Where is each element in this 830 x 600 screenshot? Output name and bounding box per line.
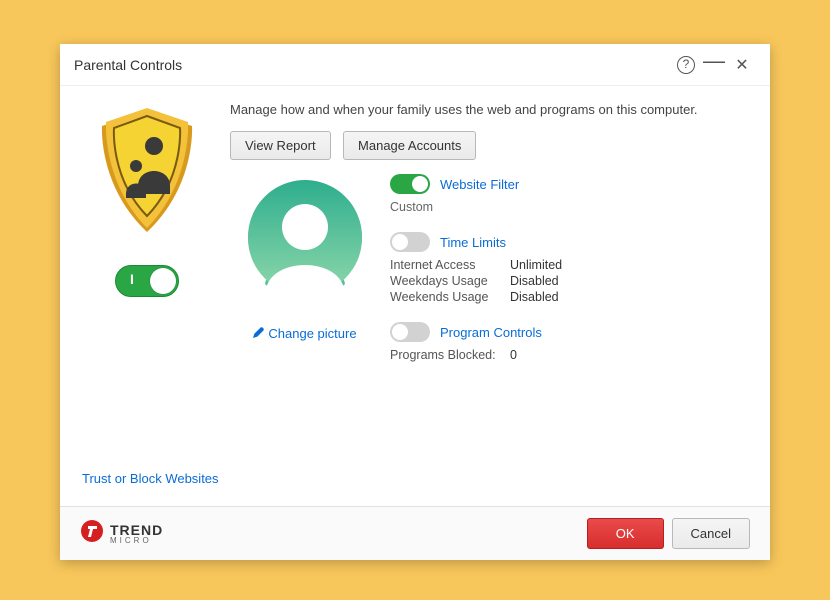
website-filter-block: Website Filter Custom (390, 174, 748, 214)
website-filter-link[interactable]: Website Filter (440, 177, 519, 192)
time-limits-row: Weekends UsageDisabled (390, 290, 748, 304)
close-icon: ✕ (735, 55, 748, 75)
pencil-icon (253, 326, 265, 341)
description-text: Manage how and when your family uses the… (230, 102, 748, 117)
time-limits-block: Time Limits Internet AccessUnlimited Wee… (390, 232, 748, 304)
manage-accounts-button[interactable]: Manage Accounts (343, 131, 476, 160)
change-picture-link[interactable]: Change picture (230, 326, 380, 341)
time-limits-row: Internet AccessUnlimited (390, 258, 748, 272)
parental-controls-window: Parental Controls ? — ✕ I (60, 44, 770, 560)
time-limits-row: Weekdays UsageDisabled (390, 274, 748, 288)
ok-button[interactable]: OK (587, 518, 664, 549)
window-body: I Manage how and when your family uses t… (60, 86, 770, 506)
program-controls-row: Programs Blocked:0 (390, 348, 748, 362)
cancel-button[interactable]: Cancel (672, 518, 750, 549)
website-filter-toggle[interactable] (390, 174, 430, 194)
profile-section: Change picture Website Filter Custom (230, 174, 748, 380)
window-title: Parental Controls (74, 57, 672, 73)
settings-list: Website Filter Custom Time Limits Intern… (390, 174, 748, 380)
trust-or-block-link[interactable]: Trust or Block Websites (82, 471, 219, 486)
close-button[interactable]: ✕ (728, 51, 756, 79)
titlebar: Parental Controls ? — ✕ (60, 44, 770, 86)
toggle-knob (150, 268, 176, 294)
website-filter-mode: Custom (390, 200, 748, 214)
footer: TREND MICRO OK Cancel (60, 506, 770, 560)
brand-icon (80, 519, 104, 548)
profile-avatar-icon-overlay (242, 175, 368, 301)
brand-subname: MICRO (110, 537, 163, 545)
family-shield-icon (92, 108, 202, 243)
time-limits-link[interactable]: Time Limits (440, 235, 506, 250)
program-controls-toggle[interactable] (390, 322, 430, 342)
minimize-icon: — (703, 56, 725, 66)
brand-logo: TREND MICRO (80, 519, 587, 548)
view-report-button[interactable]: View Report (230, 131, 331, 160)
help-icon: ? (677, 56, 695, 74)
time-limits-toggle[interactable] (390, 232, 430, 252)
program-controls-link[interactable]: Program Controls (440, 325, 542, 340)
content-area: Manage how and when your family uses the… (230, 102, 748, 380)
program-controls-block: Program Controls Programs Blocked:0 (390, 322, 748, 362)
brand-name: TREND (110, 523, 163, 537)
master-toggle[interactable]: I (115, 265, 179, 297)
minimize-button[interactable]: — (700, 51, 728, 79)
help-button[interactable]: ? (672, 51, 700, 79)
sidebar: I (82, 108, 212, 302)
master-toggle-label: I (130, 271, 134, 287)
